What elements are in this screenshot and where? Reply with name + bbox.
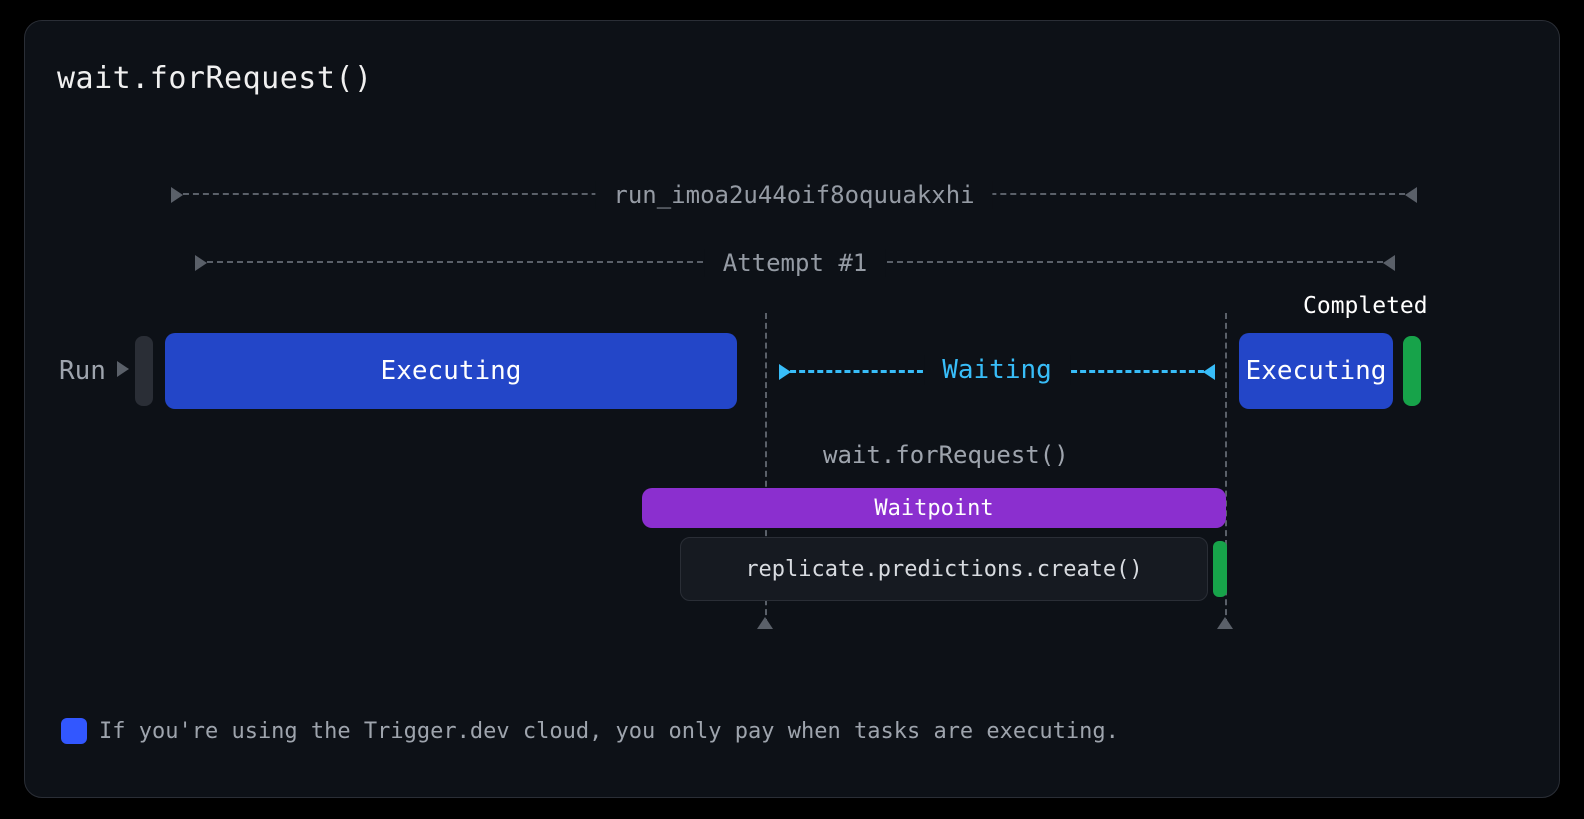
arrow-left-icon [1203, 364, 1215, 380]
page-title: wait.forRequest() [57, 61, 373, 96]
arrow-right-icon [171, 187, 183, 203]
waitpoint-label: Waitpoint [874, 496, 993, 521]
info-swatch [61, 718, 87, 744]
run-end-marker [1403, 336, 1421, 406]
wait-call-label: wait.forRequest() [823, 441, 1069, 469]
attempt-label: Attempt #1 [705, 249, 886, 277]
completed-label: Completed [1303, 293, 1428, 319]
run-start-marker [135, 336, 153, 406]
footer-note: If you're using the Trigger.dev cloud, y… [99, 719, 1119, 744]
arrow-left-icon [1383, 255, 1395, 271]
arrow-right-icon [779, 364, 791, 380]
phase-executing-1: Executing [165, 333, 737, 409]
rpc-done-marker [1213, 541, 1227, 597]
arrow-up-icon [757, 617, 773, 629]
attempt-rule: Attempt #1 [197, 261, 1393, 263]
row-arrow-icon [117, 361, 129, 377]
run-id-rule: run_imoa2u44oif8oquuakxhi [173, 193, 1415, 195]
row-label: Run [59, 356, 106, 386]
arrow-right-icon [195, 255, 207, 271]
phase-label: Executing [381, 356, 522, 386]
diagram-panel: wait.forRequest() run_imoa2u44oif8oquuak… [24, 20, 1560, 798]
phase-label: Waiting [924, 355, 1070, 385]
phase-waiting: Waiting [781, 370, 1213, 373]
rpc-box: replicate.predictions.create() [680, 537, 1208, 601]
arrow-up-icon [1217, 617, 1233, 629]
arrow-left-icon [1405, 187, 1417, 203]
rpc-label: replicate.predictions.create() [745, 557, 1142, 582]
run-id-label: run_imoa2u44oif8oquuakxhi [595, 181, 992, 209]
phase-label: Executing [1246, 356, 1387, 386]
waitpoint-bar: Waitpoint [642, 488, 1226, 528]
phase-executing-2: Executing [1239, 333, 1393, 409]
